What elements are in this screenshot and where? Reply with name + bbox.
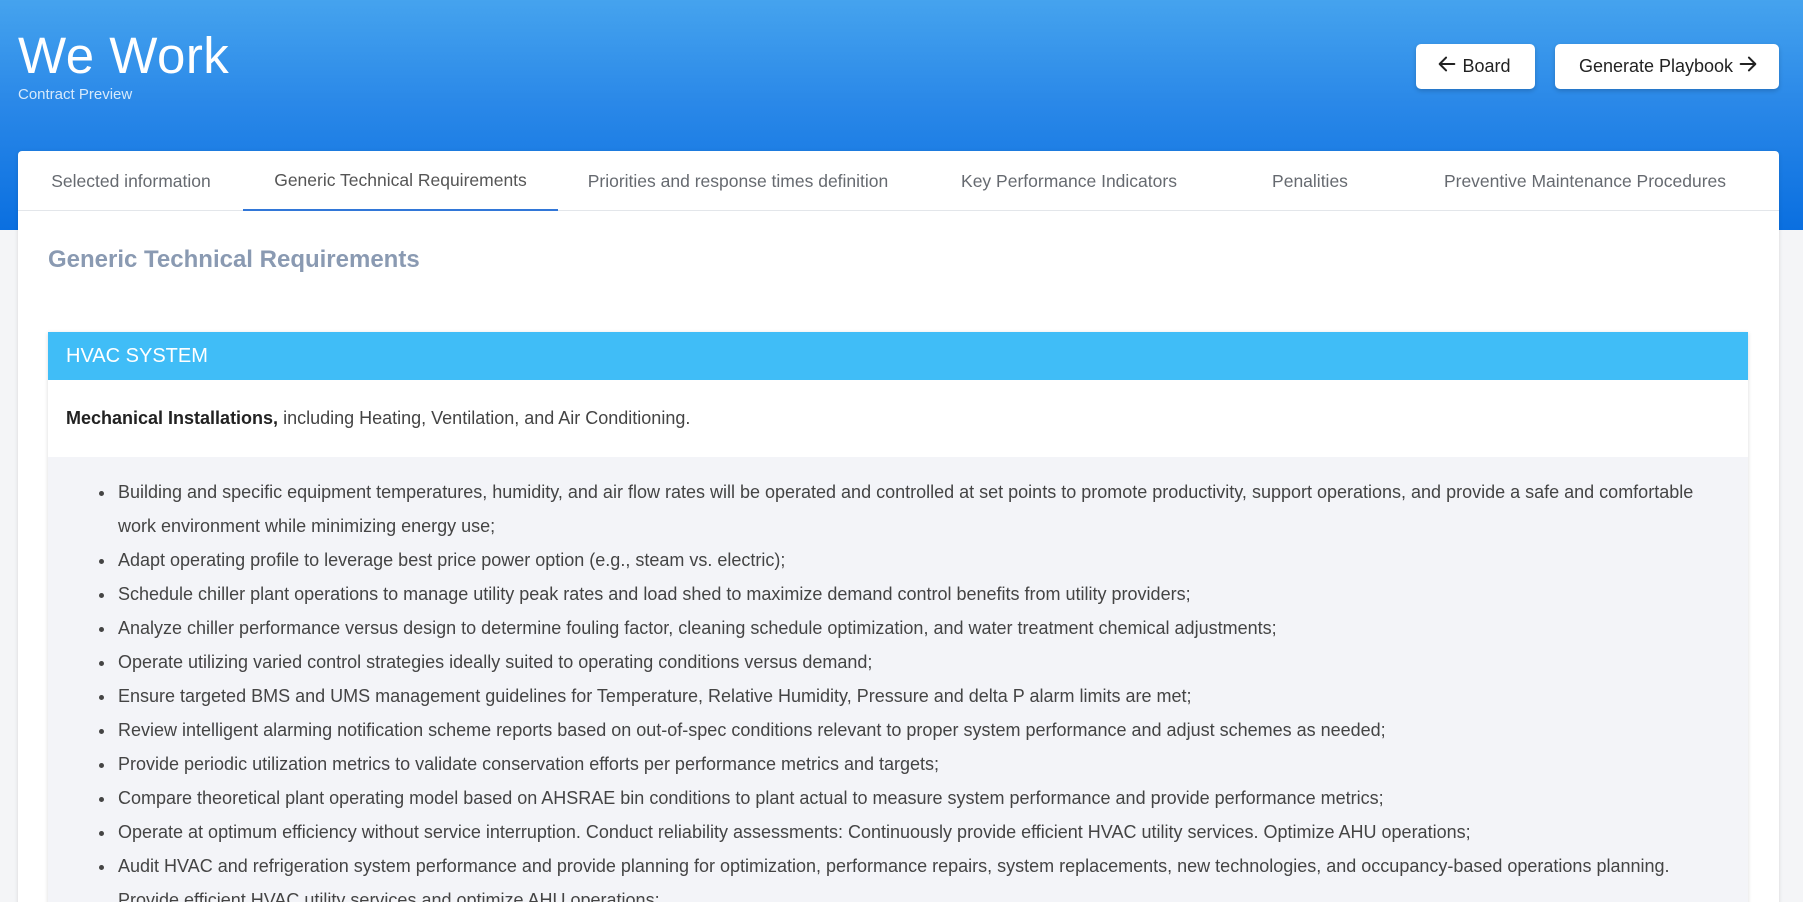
generate-playbook-button-label: Generate Playbook [1578, 56, 1734, 76]
tab-preventive-maintenance-procedures[interactable]: Preventive Maintenance Procedures [1400, 151, 1770, 211]
tab-priorities-response-times[interactable]: Priorities and response times definition [558, 151, 918, 211]
list-item: Analyze chiller performance versus desig… [116, 611, 1716, 645]
list-item: Compare theoretical plant operating mode… [116, 781, 1716, 815]
tab-bar: Selected information Generic Technical R… [18, 151, 1779, 211]
hvac-panel: HVAC SYSTEM Mechanical Installations, in… [48, 332, 1748, 902]
generate-playbook-button[interactable]: Generate Playbook [1555, 44, 1779, 89]
arrow-left-icon [1436, 53, 1458, 80]
board-button[interactable]: Board [1416, 44, 1535, 89]
tab-penalities[interactable]: Penalities [1220, 151, 1400, 211]
list-item: Provide periodic utilization metrics to … [116, 747, 1716, 781]
list-item: Operate utilizing varied control strateg… [116, 645, 1716, 679]
app-title: We Work [18, 27, 230, 84]
list-item: Operate at optimum efficiency without se… [116, 815, 1716, 849]
content-card: Selected information Generic Technical R… [18, 151, 1779, 902]
tab-key-performance-indicators[interactable]: Key Performance Indicators [918, 151, 1220, 211]
list-item: Review intelligent alarming notification… [116, 713, 1716, 747]
panel-header: HVAC SYSTEM [48, 332, 1748, 380]
board-button-label: Board [1462, 56, 1511, 76]
arrow-right-icon [1737, 53, 1759, 80]
list-item: Building and specific equipment temperat… [116, 475, 1716, 543]
list-item: Schedule chiller plant operations to man… [116, 577, 1716, 611]
panel-intro-bold: Mechanical Installations, [66, 408, 279, 428]
section-title: Generic Technical Requirements [48, 246, 420, 273]
list-item: Audit HVAC and refrigeration system perf… [116, 849, 1716, 902]
app-subtitle: Contract Preview [18, 86, 133, 103]
list-item: Ensure targeted BMS and UMS management g… [116, 679, 1716, 713]
requirements-list: Building and specific equipment temperat… [116, 475, 1716, 902]
tab-generic-technical-requirements[interactable]: Generic Technical Requirements [243, 151, 558, 211]
panel-intro-text: including Heating, Ventilation, and Air … [278, 408, 691, 428]
tab-selected-information[interactable]: Selected information [18, 151, 244, 211]
panel-intro: Mechanical Installations, including Heat… [48, 380, 1748, 457]
list-item: Adapt operating profile to leverage best… [116, 543, 1716, 577]
